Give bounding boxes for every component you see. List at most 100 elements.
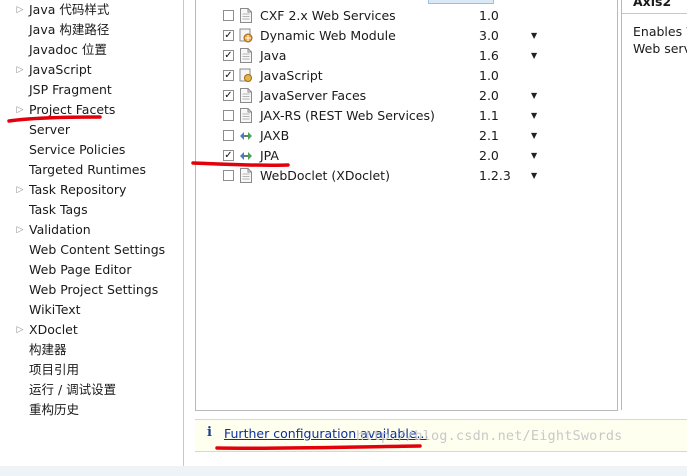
nav-item[interactable]: ▷ JavaScript xyxy=(0,60,183,80)
description-line-2: Web serv xyxy=(633,41,687,56)
facet-version[interactable]: 3.0 xyxy=(479,26,499,46)
javascript-icon xyxy=(239,68,253,83)
facet-row[interactable]: ✓ Dynamic Web Module 3.0 ▼ xyxy=(196,26,617,46)
expand-arrow-icon[interactable]: ▷ xyxy=(15,320,25,340)
version-dropdown-icon[interactable]: ▼ xyxy=(531,126,537,146)
facet-description-panel: Axis2 Enables W Web serv xyxy=(621,0,687,410)
facet-version: 1.0 xyxy=(479,8,499,23)
nav-item-label: Targeted Runtimes xyxy=(29,162,146,177)
facet-name: Dynamic Web Module xyxy=(260,28,396,43)
facet-name: JAX-RS (REST Web Services) xyxy=(260,108,435,123)
nav-item[interactable]: 项目引用 xyxy=(0,360,183,380)
facet-checkbox[interactable]: ✓ xyxy=(223,50,234,61)
facet-checkbox[interactable] xyxy=(223,130,234,141)
expand-arrow-icon[interactable]: ▷ xyxy=(15,180,25,200)
nav-item[interactable]: Web Project Settings xyxy=(0,280,183,300)
facet-row[interactable]: ✓ JavaServer Faces 2.0 ▼ xyxy=(196,86,617,106)
page-icon xyxy=(239,108,253,123)
facet-version[interactable]: 1.1 xyxy=(479,106,499,126)
nav-item-label: JavaScript xyxy=(29,62,92,77)
nav-item-label: Web Project Settings xyxy=(29,282,159,297)
nav-item-label: WikiText xyxy=(29,302,81,317)
description-line-1: Enables W xyxy=(633,24,687,39)
nav-item[interactable]: Web Content Settings xyxy=(0,240,183,260)
nav-item[interactable]: Java 构建路径 xyxy=(0,20,183,40)
facet-name: JPA xyxy=(260,148,279,163)
nav-item-label: Task Repository xyxy=(29,182,127,197)
facet-version[interactable]: 2.0 xyxy=(479,146,499,166)
nav-item-label: JSP Fragment xyxy=(29,82,112,97)
page-icon xyxy=(239,8,253,23)
facet-row[interactable]: ✓ Java 1.6 ▼ xyxy=(196,46,617,66)
nav-item[interactable]: Service Policies xyxy=(0,140,183,160)
version-dropdown-icon[interactable]: ▼ xyxy=(531,46,537,66)
description-divider xyxy=(622,13,687,14)
expand-arrow-icon[interactable]: ▷ xyxy=(15,220,25,240)
nav-item-label: XDoclet xyxy=(29,322,78,337)
facet-checkbox[interactable] xyxy=(223,10,234,21)
facet-checkbox[interactable]: ✓ xyxy=(223,30,234,41)
version-dropdown-icon[interactable]: ▼ xyxy=(531,86,537,106)
facet-row[interactable]: JAX-RS (REST Web Services) 1.1 ▼ xyxy=(196,106,617,126)
expand-arrow-icon[interactable]: ▷ xyxy=(15,0,25,20)
facet-row[interactable]: JAXB 2.1 ▼ xyxy=(196,126,617,146)
project-facets-table: CXF 2.x Web Services 1.0 ✓ Dynamic Web Modu… xyxy=(195,0,618,411)
nav-item-label: Java 构建路径 xyxy=(29,22,110,37)
facet-version[interactable]: 2.1 xyxy=(479,126,499,146)
selected-row-remnant xyxy=(428,0,494,4)
nav-item[interactable]: ▷ Validation xyxy=(0,220,183,240)
nav-item[interactable]: 构建器 xyxy=(0,340,183,360)
jpa-icon xyxy=(239,148,253,163)
facet-checkbox[interactable] xyxy=(223,170,234,181)
nav-item-label: Server xyxy=(29,122,70,137)
version-dropdown-icon[interactable]: ▼ xyxy=(531,146,537,166)
facet-row[interactable]: ✓ JPA 2.0 ▼ xyxy=(196,146,617,166)
nav-item[interactable]: Javadoc 位置 xyxy=(0,40,183,60)
nav-item-label: Validation xyxy=(29,222,91,237)
nav-item-label: Java 代码样式 xyxy=(29,2,110,17)
facet-version[interactable]: 2.0 xyxy=(479,86,499,106)
nav-item[interactable]: Targeted Runtimes xyxy=(0,160,183,180)
facet-row[interactable]: CXF 2.x Web Services 1.0 xyxy=(196,6,617,26)
nav-item[interactable]: JSP Fragment xyxy=(0,80,183,100)
nav-item[interactable]: 重构历史 xyxy=(0,400,183,420)
expand-arrow-icon[interactable]: ▷ xyxy=(15,100,25,120)
version-dropdown-icon[interactable]: ▼ xyxy=(531,166,537,186)
nav-item[interactable]: Task Tags xyxy=(0,200,183,220)
nav-item[interactable]: WikiText xyxy=(0,300,183,320)
facet-checkbox[interactable]: ✓ xyxy=(223,90,234,101)
facet-checkbox[interactable] xyxy=(223,110,234,121)
nav-item-label: Project Facets xyxy=(29,102,116,117)
nav-item[interactable]: 运行 / 调试设置 xyxy=(0,380,183,400)
info-icon: i xyxy=(207,425,212,440)
nav-item[interactable]: ▷ Task Repository xyxy=(0,180,183,200)
nav-item-label: Task Tags xyxy=(29,202,88,217)
facet-checkbox[interactable]: ✓ xyxy=(223,70,234,81)
facet-name: CXF 2.x Web Services xyxy=(260,8,396,23)
facet-name: JavaScript xyxy=(260,68,323,83)
nav-item[interactable]: ▷ Java 代码样式 xyxy=(0,0,183,20)
nav-item-label: Service Policies xyxy=(29,142,126,157)
nav-item-label: 运行 / 调试设置 xyxy=(29,382,117,397)
nav-item[interactable]: Server xyxy=(0,120,183,140)
facet-name: JavaServer Faces xyxy=(260,88,367,103)
facet-name: JAXB xyxy=(260,128,290,143)
jaxb-icon xyxy=(239,128,253,143)
version-dropdown-icon[interactable]: ▼ xyxy=(531,106,537,126)
facet-version[interactable]: 1.6 xyxy=(479,46,499,66)
nav-item-label: 重构历史 xyxy=(29,402,80,417)
facet-version: 1.0 xyxy=(479,68,499,83)
facet-row[interactable]: WebDoclet (XDoclet) 1.2.3 ▼ xyxy=(196,166,617,186)
nav-item[interactable]: Web Page Editor xyxy=(0,260,183,280)
facet-version[interactable]: 1.2.3 xyxy=(479,166,511,186)
bottom-strip xyxy=(0,466,687,476)
version-dropdown-icon[interactable]: ▼ xyxy=(531,26,537,46)
nav-item[interactable]: ▷ Project Facets xyxy=(0,100,183,120)
page-icon xyxy=(239,48,253,63)
facet-row[interactable]: ✓ JavaScript 1.0 xyxy=(196,66,617,86)
nav-item[interactable]: ▷ XDoclet xyxy=(0,320,183,340)
page-icon xyxy=(239,88,253,103)
description-title: Axis2 xyxy=(633,0,672,9)
facet-checkbox[interactable]: ✓ xyxy=(223,150,234,161)
expand-arrow-icon[interactable]: ▷ xyxy=(15,60,25,80)
